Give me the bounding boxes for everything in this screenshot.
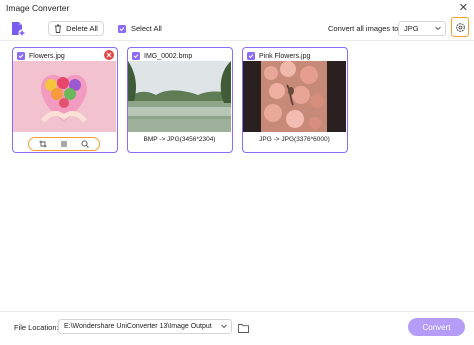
file-thumbnail [128,61,231,132]
adjust-icon[interactable] [60,140,68,148]
footer-divider [0,311,474,312]
toolbar-divider [0,40,474,41]
delete-all-label: Delete All [66,24,98,33]
remove-icon[interactable] [104,50,114,60]
add-image-icon[interactable] [10,21,26,37]
title-bar: Image Converter ✕ [0,0,474,18]
conversion-info: BMP -> JPG(3456*2304) [143,136,216,143]
file-card[interactable]: IMG_0002.bmp BMP -> JPG(3456*2304) [127,47,233,153]
convert-button[interactable]: Convert [408,318,465,336]
conversion-info: JPG -> JPG(3376*6000) [259,136,330,143]
chevron-down-icon [221,324,227,329]
convert-all-label: Convert all images to: [328,24,401,33]
file-card[interactable]: Pink Flowers.jpg JPG -> JPG(3376*6000) [242,47,348,153]
checkbox-icon [118,24,126,33]
file-card-header: IMG_0002.bmp [132,51,228,61]
trash-icon [55,24,62,33]
image-tools [28,137,100,151]
format-select[interactable]: JPG [398,21,446,36]
file-name: IMG_0002.bmp [144,52,193,60]
settings-icon [455,22,465,32]
checkbox-icon[interactable] [247,52,255,60]
crop-icon[interactable] [39,140,47,148]
file-thumbnail [13,61,116,132]
file-card-header: Flowers.jpg [17,51,113,61]
preview-icon[interactable] [81,140,89,148]
checkbox-icon[interactable] [132,52,140,60]
window-title: Image Converter [6,3,70,13]
close-icon[interactable]: ✕ [459,2,468,14]
file-name: Pink Flowers.jpg [259,52,311,60]
file-location-value: E:\Wondershare UniConverter 13\Image Out… [64,323,212,330]
delete-all-button[interactable]: Delete All [48,21,104,36]
file-location-select[interactable]: E:\Wondershare UniConverter 13\Image Out… [58,319,232,334]
file-thumbnail [243,61,346,132]
file-location-label: File Location: [14,323,59,332]
checkbox-icon[interactable] [17,52,25,60]
settings-button[interactable] [451,17,469,37]
file-card[interactable]: Flowers.jpg [12,47,118,153]
select-all-label: Select All [131,24,162,33]
file-name: Flowers.jpg [29,52,65,60]
folder-icon[interactable] [238,320,249,338]
select-all-checkbox[interactable]: Select All [118,24,162,33]
chevron-down-icon [435,26,441,31]
toolbar: Delete All Select All Convert all images… [0,18,474,40]
file-card-header: Pink Flowers.jpg [247,51,343,61]
format-value: JPG [404,24,419,33]
